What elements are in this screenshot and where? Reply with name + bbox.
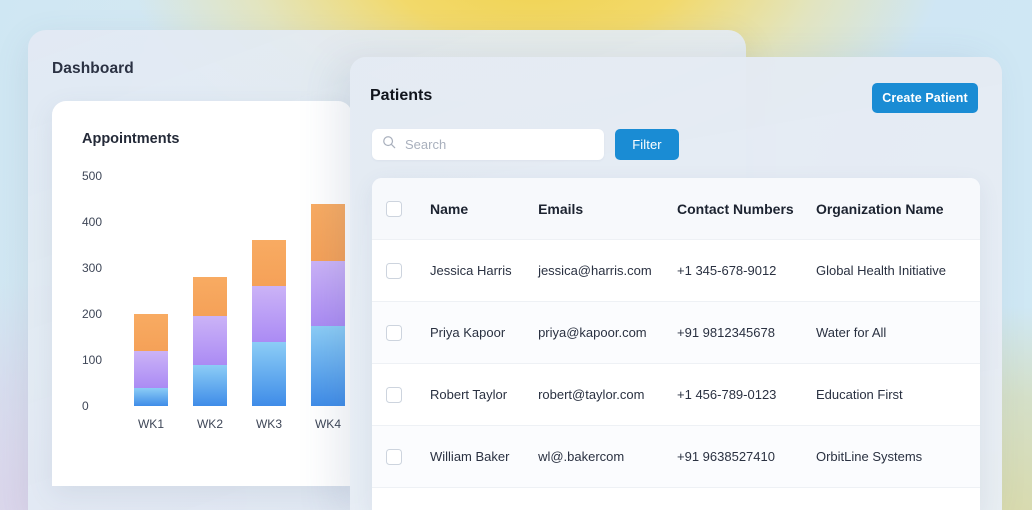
- cell-organization-name: Global Health Initiative: [815, 263, 947, 278]
- table-header-row: Name Emails Contact Numbers Organization…: [372, 178, 980, 240]
- cell-organization-name: Education First: [815, 387, 903, 402]
- bar-segment-orange: [193, 277, 227, 317]
- cell-name: Robert Taylor: [430, 387, 508, 402]
- x-axis-tick-wk1: WK1: [137, 417, 164, 431]
- cell-organization-name: Water for All: [815, 325, 887, 340]
- bar-segment-blue: [134, 387, 168, 406]
- search-box[interactable]: [372, 129, 604, 160]
- select-all-checkbox[interactable]: [386, 200, 402, 217]
- bar-segment-purple: [134, 350, 168, 388]
- y-axis-tick-300: 300: [82, 261, 103, 275]
- patients-title: Patients: [370, 87, 433, 104]
- bar-segment-blue: [193, 364, 227, 406]
- appointments-chart-card: Appointments 500 400 300 200 100 0 WK1 WK2 WK3 WK…: [52, 101, 352, 486]
- bar-segment-purple: [311, 261, 345, 326]
- bar-wk3: [252, 240, 286, 406]
- bar-segment-blue: [311, 325, 345, 406]
- bar-segment-orange: [134, 314, 168, 351]
- table-row[interactable]: Jessica Harris jessica@harris.com +1 345-6…: [372, 240, 980, 302]
- cell-contact-number: +1 456-789-0123: [677, 387, 777, 402]
- bar-wk2: [193, 277, 227, 406]
- x-axis-tick-wk2: WK2: [196, 417, 223, 431]
- row-select-checkbox[interactable]: [386, 262, 402, 279]
- cell-email: jessica@harris.com: [538, 263, 652, 278]
- bar-segment-orange: [311, 203, 345, 262]
- table-row-partial[interactable]: [372, 488, 980, 510]
- y-axis-tick-400: 400: [82, 215, 103, 229]
- cell-email: priya@kapoor.com: [538, 325, 647, 340]
- cell-name: Jessica Harris: [430, 263, 512, 278]
- y-axis-tick-0: 0: [82, 399, 89, 413]
- patients-table: Name Emails Contact Numbers Organization…: [372, 178, 980, 510]
- app-root: Dashboard Appointments 500 400 300 200 100 0 W…: [0, 0, 1032, 510]
- cell-contact-number: +91 9638527410: [677, 449, 775, 464]
- bar-wk1: [134, 314, 168, 406]
- filter-button[interactable]: Filter: [615, 129, 679, 160]
- column-header-emails: Emails: [538, 200, 584, 217]
- appointments-bar-chart: 500 400 300 200 100 0 WK1 WK2 WK3 WK4: [52, 101, 352, 486]
- y-axis-tick-100: 100: [82, 353, 103, 367]
- bar-wk4: [311, 203, 345, 406]
- table-row[interactable]: Priya Kapoor priya@kapoor.com +91 98123456…: [372, 302, 980, 364]
- search-input[interactable]: [405, 137, 585, 152]
- y-axis-tick-200: 200: [82, 307, 103, 321]
- y-axis-tick-500: 500: [82, 169, 103, 183]
- column-header-contact-numbers: Contact Numbers: [677, 200, 794, 217]
- row-select-checkbox[interactable]: [386, 386, 402, 403]
- x-axis-tick-wk4: WK4: [314, 417, 341, 431]
- cell-name: Priya Kapoor: [430, 325, 506, 340]
- cell-email: robert@taylor.com: [538, 387, 645, 402]
- row-select-checkbox[interactable]: [386, 448, 402, 465]
- page-title: Dashboard: [52, 60, 134, 77]
- cell-name: William Baker: [430, 449, 510, 464]
- cell-organization-name: OrbitLine Systems: [815, 449, 923, 464]
- bar-segment-purple: [193, 316, 227, 365]
- cell-contact-number: +1 345-678-9012: [677, 263, 777, 278]
- bar-segment-orange: [252, 240, 286, 287]
- table-body: Jessica Harris jessica@harris.com +1 345-6…: [372, 240, 980, 510]
- cell-contact-number: +91 9812345678: [677, 325, 775, 340]
- table-row[interactable]: William Baker wl@.bakercom +91 9638527410 O…: [372, 426, 980, 488]
- cell-email: wl@.bakercom: [538, 449, 625, 464]
- table-row[interactable]: Robert Taylor robert@taylor.com +1 456-789…: [372, 364, 980, 426]
- column-header-organization-name: Organization Name: [815, 200, 944, 217]
- patients-panel: Patients Create Patient Filter Name Emai…: [350, 57, 1002, 510]
- create-patient-button[interactable]: Create Patient: [872, 83, 978, 113]
- column-header-name: Name: [430, 200, 469, 217]
- row-select-checkbox[interactable]: [386, 324, 402, 341]
- x-axis-tick-wk3: WK3: [255, 417, 282, 431]
- bar-segment-purple: [252, 286, 286, 342]
- bar-segment-blue: [252, 341, 286, 406]
- search-icon: [382, 135, 396, 154]
